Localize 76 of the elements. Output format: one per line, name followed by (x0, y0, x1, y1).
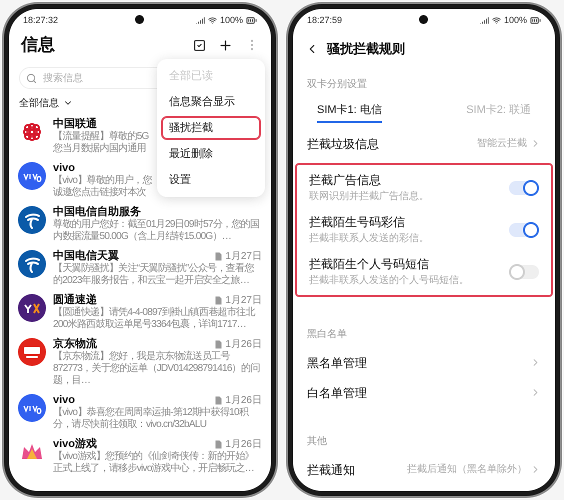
row-value: 拦截后通知（黑名单除外） (407, 462, 527, 477)
toggle-description: 拦截非联系人发送的彩信。 (309, 232, 429, 246)
search-placeholder: 搜索信息 (43, 72, 83, 86)
message-date: 1月26日 (225, 394, 262, 407)
signal-icon (480, 16, 489, 25)
section-label: 其他 (306, 434, 328, 448)
section-label: 黑白名单 (306, 328, 348, 342)
battery-percent: 100% (220, 14, 243, 27)
sender-name: vivo (53, 160, 76, 174)
logo-icon (18, 394, 46, 422)
sim-card-icon (215, 340, 222, 348)
toggle-switch[interactable] (509, 180, 539, 194)
toggle-label: 拦截陌生号码彩信 (309, 214, 406, 231)
sender-name: 中国电信天翼 (53, 248, 119, 262)
message-date: 1月26日 (225, 338, 262, 351)
message-date: 1月27日 (225, 250, 262, 262)
sender-name: 京东物流 (53, 336, 97, 350)
sender-name: 中国电信自助服务 (53, 204, 141, 218)
message-preview: 【vivo】恭喜您在周周幸运抽-第12期中获得10积分，请尽快前往领取：vivo.cn/32bALU (53, 407, 250, 431)
message-preview: 【圆通快递】请凭4-4-0897到褂山镇西巷超市往北200米路西鼓取运单尾号3364包裹，详询1717… (53, 307, 256, 331)
logo-icon (18, 250, 46, 278)
toggle-description: 联网识别并拦截广告信息。 (309, 190, 429, 204)
logo-icon (18, 162, 46, 190)
toggle-switch[interactable] (509, 222, 539, 236)
section-label: 双卡分别设置 (306, 78, 368, 92)
wifi-icon (208, 16, 217, 25)
settings-row[interactable]: 拦截垃圾信息 智能云拦截 (293, 128, 555, 158)
add-icon[interactable] (218, 38, 233, 52)
toggle-label: 拦截陌生个人号码短信 (309, 256, 430, 273)
row-value: 智能云拦截 (477, 136, 527, 151)
row-label: 黑名单管理 (307, 354, 367, 372)
message-date: 1月27日 (225, 294, 262, 306)
battery-icon (246, 15, 257, 26)
signal-icon (196, 16, 205, 25)
message-preview: 【vivo游戏】您预约的《仙剑奇侠传：新的开始》正式上线了，请移步vivo游戏中心，开启畅玩之… (53, 451, 255, 475)
select-icon[interactable] (193, 38, 206, 52)
wifi-icon (492, 16, 501, 25)
logo-icon (18, 338, 46, 366)
menu-item[interactable]: 信息聚合显示 (161, 90, 261, 114)
message-preview: 【天翼防骚扰】关注“天翼防骚扰”公众号，查看您的2023年服务报告，和云宝一起开启安全之旅… (53, 263, 255, 287)
row-label: 白名单管理 (307, 384, 367, 402)
page-title: 信息 (21, 34, 55, 56)
toggle-switch[interactable] (509, 264, 539, 278)
message-preview: 【vivo】尊敬的用户，您诚邀您点击链接对本次 (53, 175, 153, 199)
sim-card-icon (215, 296, 222, 304)
sender-name: vivo (53, 392, 76, 406)
status-time: 18:27:59 (307, 14, 342, 27)
sender-name: 圆通速递 (53, 292, 97, 306)
menu-item[interactable]: 骚扰拦截 (161, 116, 261, 140)
menu-item[interactable]: 设置 (161, 168, 261, 192)
sim-card-icon (215, 396, 222, 404)
row-label: 拦截垃圾信息 (307, 136, 379, 152)
filter-dropdown[interactable]: 全部信息 (9, 94, 83, 112)
sim-card-icon (215, 440, 222, 448)
sender-name: 中国联通 (53, 116, 97, 130)
message-preview: 【京东物流】您好，我是京东物流送员工号872773，关于您的运单（JDV014298791416）的问题，目… (53, 351, 261, 387)
message-preview: 尊敬的用户您好：截至01月29日09时57分，您的国内数据流量50.00G（含上月结转15.00G）… (53, 219, 260, 243)
sim-tab[interactable]: SIM卡1: 电信 (317, 102, 382, 122)
page-title: 骚扰拦截规则 (327, 40, 405, 58)
toggle-description: 拦截非联系人发送的个人号码短信。 (309, 274, 469, 288)
row-label: 拦截通知 (307, 462, 355, 478)
toggle-label: 拦截广告信息 (309, 172, 382, 189)
sender-name: vivo游戏 (53, 436, 98, 450)
message-preview: 【流量提醒】尊敬的5G您当月数据内国内通用 (53, 131, 150, 155)
message-date: 1月26日 (225, 438, 262, 451)
menu-item[interactable]: 最近删除 (161, 142, 261, 166)
search-icon (26, 72, 37, 84)
settings-row[interactable]: 白名单管理 (293, 378, 555, 408)
sim-card-icon (215, 252, 222, 260)
status-time: 18:27:32 (23, 14, 58, 27)
logo-icon (18, 294, 46, 322)
logo-icon (18, 206, 46, 234)
settings-row[interactable]: 黑名单管理 (293, 348, 555, 378)
settings-row[interactable]: 拦截通知 拦截后通知（黑名单除外） (293, 454, 555, 484)
battery-percent: 100% (504, 14, 527, 27)
battery-icon (530, 15, 541, 26)
